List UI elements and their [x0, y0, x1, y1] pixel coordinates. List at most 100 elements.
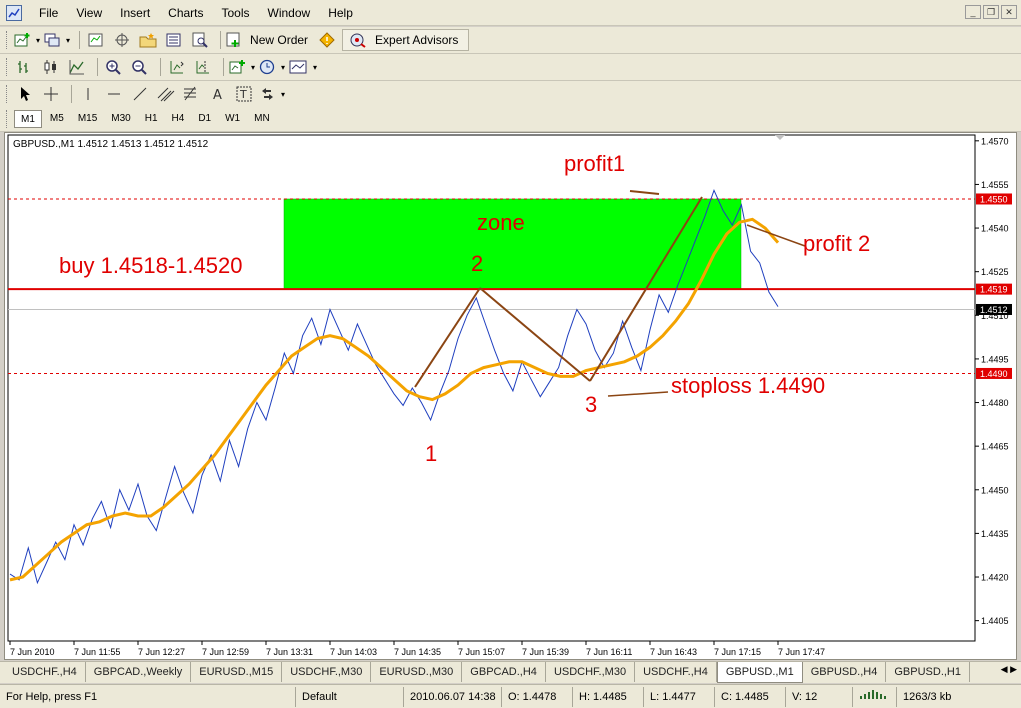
timeframe-h4[interactable]: H4: [166, 110, 191, 128]
status-high: H: 1.4485: [573, 686, 644, 707]
timeframe-h1[interactable]: H1: [139, 110, 164, 128]
chart-tab[interactable]: GBPUSD.,H4: [803, 662, 887, 682]
chart-tab[interactable]: EURUSD.,M15: [191, 662, 283, 682]
svg-text:A: A: [213, 88, 222, 102]
templates-button[interactable]: ▾: [289, 56, 317, 78]
toolbar-grip[interactable]: [6, 110, 9, 128]
mdi-window-controls: _ ❐ ✕: [965, 5, 1017, 19]
chart-tab[interactable]: USDCHF.,M30: [546, 662, 636, 682]
trendline-button[interactable]: [129, 83, 151, 105]
chart-tab[interactable]: USDCHF.,M30: [282, 662, 372, 682]
timeframe-m5[interactable]: M5: [44, 110, 70, 128]
bar-chart-button[interactable]: [14, 56, 36, 78]
zoom-in-button[interactable]: [103, 56, 125, 78]
chart-shift-button[interactable]: [192, 56, 214, 78]
timeframe-d1[interactable]: D1: [192, 110, 217, 128]
stop-price-tag: 1.4490: [976, 367, 1012, 379]
diamond-icon: [319, 32, 335, 48]
chart-window[interactable]: zone buy 1.4518-1.4520 profit1 profit 2 …: [4, 132, 1017, 660]
market-watch-button[interactable]: [85, 29, 107, 51]
menu-view[interactable]: View: [67, 0, 111, 26]
price-chart[interactable]: zone buy 1.4518-1.4520 profit1 profit 2 …: [5, 133, 1016, 659]
point-2-label: 2: [471, 251, 483, 276]
line-chart-button[interactable]: [66, 56, 88, 78]
time-tick-label: 7 Jun 14:03: [330, 647, 377, 657]
app-icon[interactable]: [6, 4, 22, 21]
price-tick-label: 1.4435: [981, 529, 1009, 539]
menu-help[interactable]: Help: [319, 0, 362, 26]
minimize-button[interactable]: _: [965, 5, 981, 19]
time-tick-label: 7 Jun 17:15: [714, 647, 761, 657]
new-order-button[interactable]: New Order: [226, 29, 312, 51]
timeframe-m1[interactable]: M1: [14, 110, 42, 128]
chart-tab-active[interactable]: GBPUSD.,M1: [716, 662, 803, 683]
time-tick-label: 7 Jun 14:35: [394, 647, 441, 657]
toolbar-grip[interactable]: [6, 58, 9, 76]
expert-advisors-label: Expert Advisors: [375, 33, 459, 47]
auto-scroll-button[interactable]: [166, 56, 188, 78]
menu-charts[interactable]: Charts: [159, 0, 212, 26]
navigator-button[interactable]: [111, 29, 133, 51]
chart-tab[interactable]: GBPCAD.,H4: [462, 662, 546, 682]
status-low: L: 1.4477: [644, 686, 715, 707]
chart-tab[interactable]: EURUSD.,M30: [371, 662, 463, 682]
status-traffic: 1263/3 kb: [903, 690, 952, 703]
auto-scroll-icon: [170, 61, 184, 74]
chart-tab[interactable]: GBPCAD.,Weekly: [86, 662, 192, 682]
magnifier-doc-icon: [192, 32, 208, 48]
candlestick-button[interactable]: [40, 56, 62, 78]
market-watch-icon: [88, 33, 103, 47]
vertical-line-button[interactable]: [77, 83, 99, 105]
toolbar-separator: [220, 31, 222, 49]
periods-button[interactable]: ▾: [259, 56, 285, 78]
price-tick-label: 1.4420: [981, 573, 1009, 583]
strategy-tester-button[interactable]: [189, 29, 211, 51]
menu-tools[interactable]: Tools: [213, 0, 259, 26]
menu-window[interactable]: Window: [259, 0, 320, 26]
navigator-icon: [115, 33, 130, 47]
toolbar-grip[interactable]: [6, 85, 9, 103]
terminal-button[interactable]: [163, 29, 185, 51]
indicators-button[interactable]: ▾: [229, 56, 255, 78]
current-price-tag-text: 1.4512: [980, 305, 1008, 315]
timeframe-m30[interactable]: M30: [105, 110, 136, 128]
zone-label: zone: [477, 210, 525, 235]
status-datetime: 2010.06.07 14:38: [404, 686, 502, 707]
data-window-button[interactable]: [137, 29, 159, 51]
time-tick-label: 7 Jun 12:27: [138, 647, 185, 657]
restore-button[interactable]: ❐: [983, 5, 999, 19]
timeframe-m15[interactable]: M15: [72, 110, 103, 128]
chart-tab[interactable]: USDCHF.,H4: [635, 662, 717, 682]
clock-icon: [259, 59, 275, 75]
fibonacci-button[interactable]: [181, 83, 203, 105]
expert-advisors-button[interactable]: Expert Advisors: [342, 29, 470, 51]
text-button[interactable]: A: [207, 83, 229, 105]
timeframe-mn[interactable]: MN: [248, 110, 276, 128]
chart-tab[interactable]: USDCHF.,H4: [4, 662, 86, 682]
tab-scroll-arrows[interactable]: ◀ ▶: [997, 662, 1021, 677]
price-tick-label: 1.4525: [981, 267, 1009, 277]
menu-insert[interactable]: Insert: [111, 0, 159, 26]
equidistant-channel-button[interactable]: [155, 83, 177, 105]
new-chart-button[interactable]: ▾: [14, 29, 40, 51]
zoom-out-button[interactable]: [129, 56, 151, 78]
time-tick-label: 7 Jun 16:43: [650, 647, 697, 657]
profit2-label: profit 2: [803, 231, 870, 256]
toolbar-grip[interactable]: [6, 31, 9, 49]
profiles-button[interactable]: ▾: [44, 29, 70, 51]
status-open: O: 1.4478: [502, 686, 573, 707]
horizontal-line-button[interactable]: [103, 83, 125, 105]
arrows-button[interactable]: ▾: [259, 83, 285, 105]
chart-shift-icon: [196, 61, 209, 74]
menu-file[interactable]: File: [30, 0, 67, 26]
crosshair-button[interactable]: [40, 83, 62, 105]
status-bar: For Help, press F1 Default 2010.06.07 14…: [0, 684, 1021, 708]
metaeditor-button[interactable]: [316, 29, 338, 51]
close-button[interactable]: ✕: [1001, 5, 1017, 19]
chart-tab[interactable]: GBPUSD.,H1: [886, 662, 970, 682]
timeframe-w1[interactable]: W1: [219, 110, 246, 128]
menu-bar: File View Insert Charts Tools Window Hel…: [0, 0, 1021, 26]
price-tick-label: 1.4555: [981, 180, 1009, 190]
text-label-button[interactable]: T: [233, 83, 255, 105]
cursor-button[interactable]: [14, 83, 36, 105]
